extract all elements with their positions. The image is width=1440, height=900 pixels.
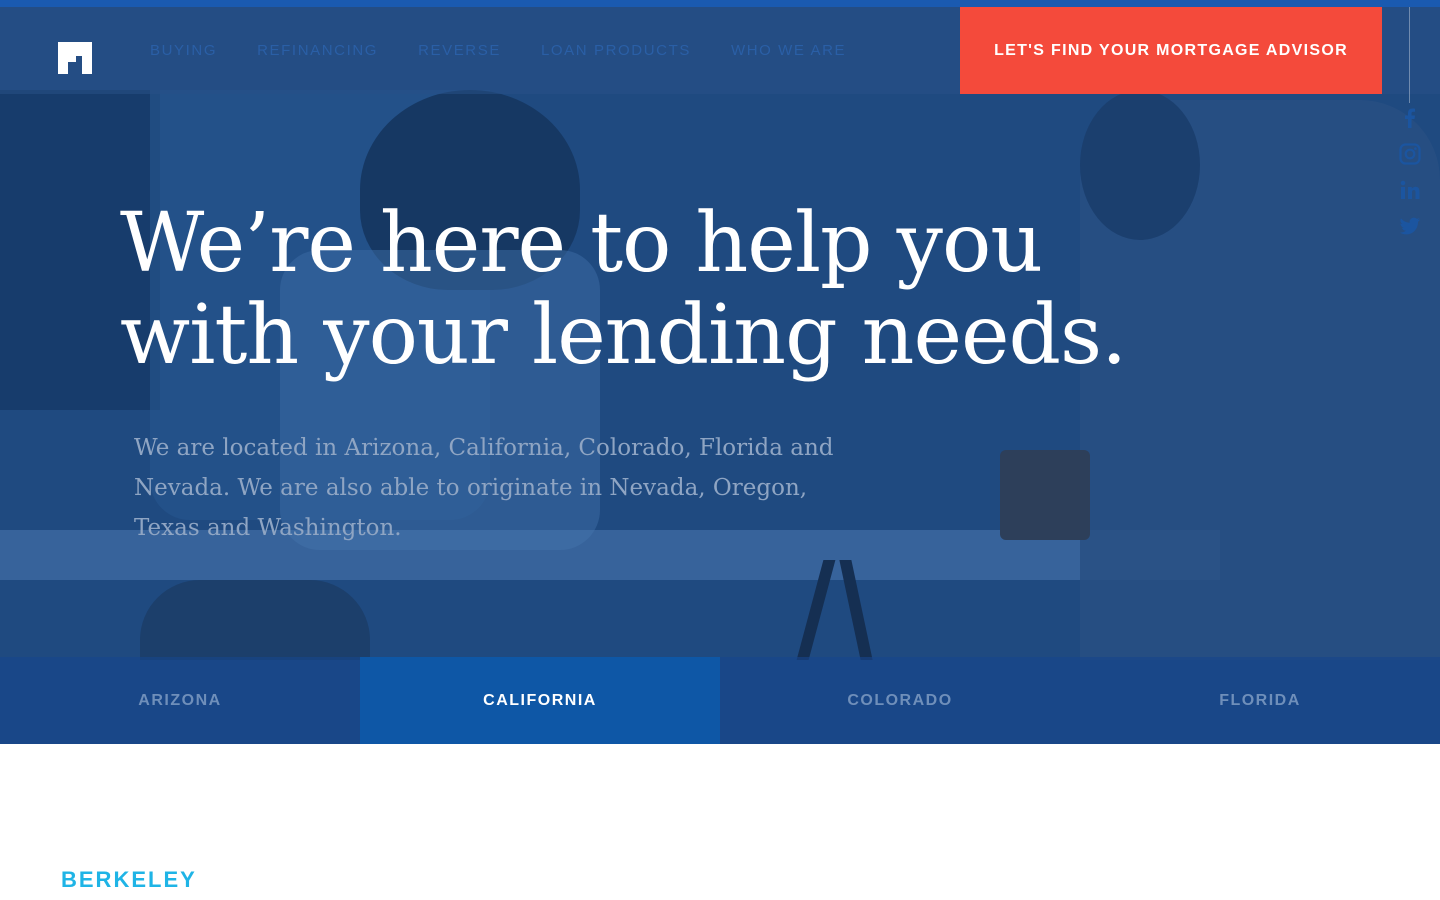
twitter-icon[interactable] xyxy=(1398,214,1422,238)
tab-arizona[interactable]: ARIZONA xyxy=(0,657,360,744)
tab-california[interactable]: CALIFORNIA xyxy=(360,657,720,744)
house-logo-icon[interactable] xyxy=(58,42,92,74)
nav-reverse[interactable]: REVERSE xyxy=(418,40,501,61)
linkedin-icon[interactable] xyxy=(1398,178,1422,202)
nav-loan-products[interactable]: LOAN PRODUCTS xyxy=(541,40,691,61)
tab-colorado[interactable]: COLORADO xyxy=(720,657,1080,744)
divider xyxy=(1409,7,1410,103)
nav-who-we-are[interactable]: WHO WE ARE xyxy=(731,40,846,61)
state-tabs: ARIZONA CALIFORNIA COLORADO FLORIDA xyxy=(0,657,1440,744)
hero-subtext: We are located in Arizona, California, C… xyxy=(134,435,834,541)
nav-buying[interactable]: BUYING xyxy=(150,40,217,61)
hero-headline: We’re here to help you with your lending… xyxy=(120,198,1170,382)
facebook-icon[interactable] xyxy=(1398,106,1422,130)
city-heading: BERKELEY xyxy=(61,867,197,892)
instagram-icon[interactable] xyxy=(1398,142,1422,166)
nav-refinancing[interactable]: REFINANCING xyxy=(257,40,378,61)
tab-florida[interactable]: FLORIDA xyxy=(1080,657,1440,744)
find-mortgage-advisor-button[interactable]: LET'S FIND YOUR MORTGAGE ADVISOR xyxy=(960,7,1382,94)
main-nav: BUYING REFINANCING REVERSE LOAN PRODUCTS… xyxy=(150,40,886,61)
social-links xyxy=(1398,106,1422,250)
headline-line-1: We’re here to help you xyxy=(120,196,1043,291)
headline-line-2: with your lending needs. xyxy=(120,288,1127,383)
top-accent-line xyxy=(0,0,1440,7)
hero-section: BUYING REFINANCING REVERSE LOAN PRODUCTS… xyxy=(0,0,1440,744)
